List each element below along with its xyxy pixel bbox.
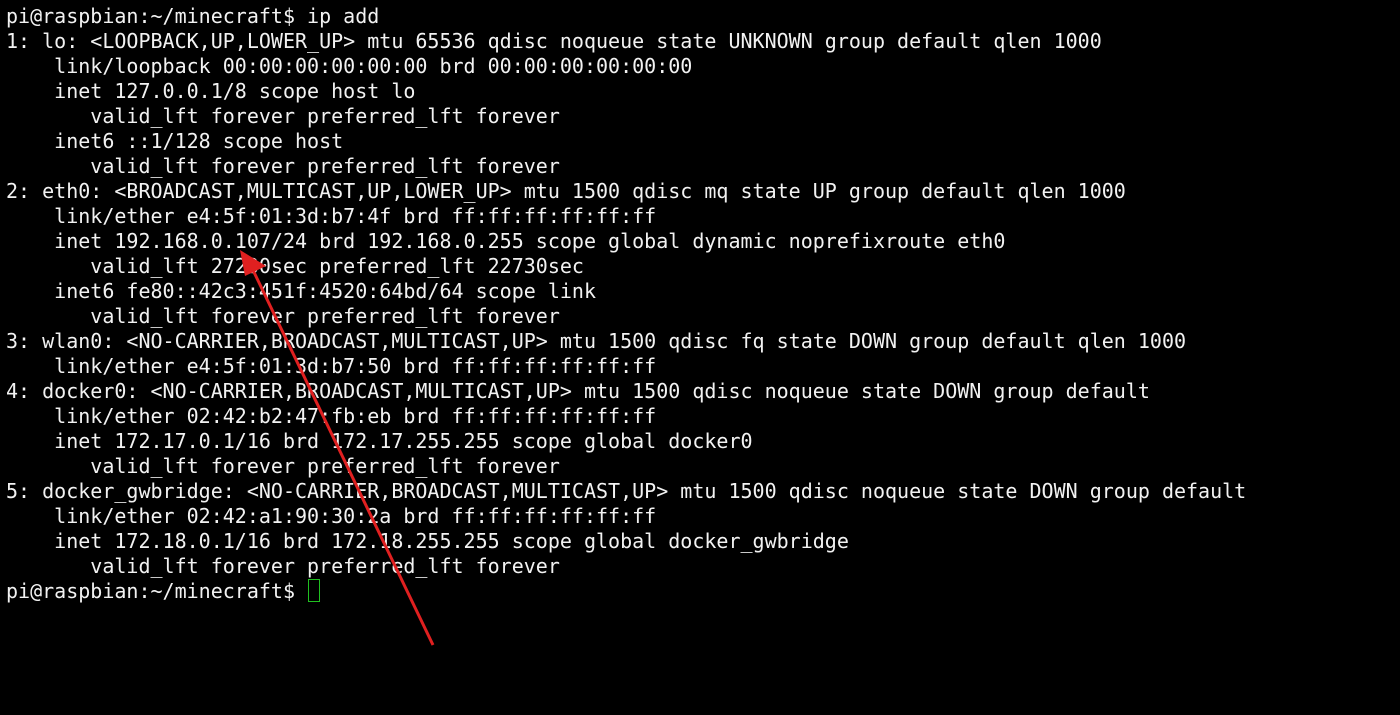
terminal-line: valid_lft forever preferred_lft forever xyxy=(6,554,560,578)
terminal-line: valid_lft forever preferred_lft forever xyxy=(6,104,560,128)
terminal-window[interactable]: pi@raspbian:~/minecraft$ ip add 1: lo: <L… xyxy=(0,0,1400,715)
terminal-line: valid_lft 27230sec preferred_lft 22730se… xyxy=(6,254,584,278)
terminal-line: link/loopback 00:00:00:00:00:00 brd 00:0… xyxy=(6,54,693,78)
terminal-line: inet 172.18.0.1/16 brd 172.18.255.255 sc… xyxy=(6,529,849,553)
shell-prompt: pi@raspbian:~/minecraft$ xyxy=(6,579,308,603)
terminal-line: inet 172.17.0.1/16 brd 172.17.255.255 sc… xyxy=(6,429,753,453)
terminal-line: 3: wlan0: <NO-CARRIER,BROADCAST,MULTICAS… xyxy=(6,329,1187,353)
terminal-line: valid_lft forever preferred_lft forever xyxy=(6,454,560,478)
terminal-line: pi@raspbian:~/minecraft$ ip add xyxy=(6,4,380,28)
terminal-line: link/ether e4:5f:01:3d:b7:50 brd ff:ff:f… xyxy=(6,354,657,378)
terminal-line: 1: lo: <LOOPBACK,UP,LOWER_UP> mtu 65536 … xyxy=(6,29,1102,53)
terminal-line: inet 127.0.0.1/8 scope host lo xyxy=(6,79,416,103)
terminal-line: inet6 fe80::42c3:451f:4520:64bd/64 scope… xyxy=(6,279,597,303)
terminal-line: 4: docker0: <NO-CARRIER,BROADCAST,MULTIC… xyxy=(6,379,1150,403)
terminal-line: inet6 ::1/128 scope host xyxy=(6,129,344,153)
terminal-line: valid_lft forever preferred_lft forever xyxy=(6,304,560,328)
terminal-line: 5: docker_gwbridge: <NO-CARRIER,BROADCAS… xyxy=(6,479,1247,503)
prompt-line[interactable]: pi@raspbian:~/minecraft$ xyxy=(6,579,1400,604)
text-cursor xyxy=(308,579,321,602)
terminal-line: 2: eth0: <BROADCAST,MULTICAST,UP,LOWER_U… xyxy=(6,179,1126,203)
terminal-line: link/ether e4:5f:01:3d:b7:4f brd ff:ff:f… xyxy=(6,204,657,228)
terminal-line: link/ether 02:42:b2:47:fb:eb brd ff:ff:f… xyxy=(6,404,657,428)
terminal-line: link/ether 02:42:a1:90:30:2a brd ff:ff:f… xyxy=(6,504,657,528)
terminal-line: inet 192.168.0.107/24 brd 192.168.0.255 … xyxy=(6,229,1006,253)
terminal-line: valid_lft forever preferred_lft forever xyxy=(6,154,560,178)
terminal-output: pi@raspbian:~/minecraft$ ip add 1: lo: <L… xyxy=(6,4,1400,579)
